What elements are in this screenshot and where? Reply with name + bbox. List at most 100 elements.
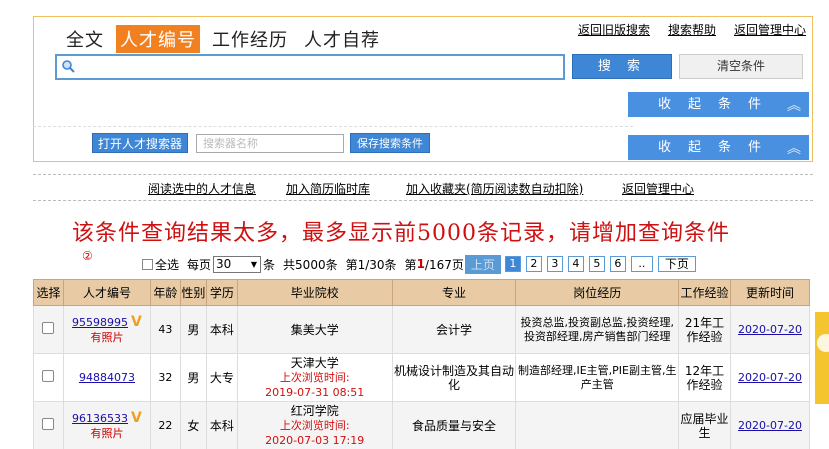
has-photo-label: 有照片 bbox=[90, 426, 124, 440]
side-float-tab[interactable] bbox=[815, 312, 829, 404]
school-name: 天津大学 bbox=[290, 355, 339, 370]
header-major: 专业 bbox=[391, 279, 517, 306]
per-page-suffix: 条 bbox=[263, 257, 276, 272]
header-select: 选择 bbox=[33, 279, 64, 306]
save-conditions-button[interactable]: 保存搜索条件 bbox=[350, 133, 430, 153]
age-cell: 22 bbox=[149, 401, 181, 449]
marker-two: ② bbox=[82, 249, 93, 263]
too-many-results-warning: 该条件查询结果太多，最多显示前5000条记录，请增加查询条件 bbox=[72, 221, 730, 246]
tab-fulltext[interactable]: 全文 bbox=[62, 25, 108, 53]
select-all-checkbox[interactable] bbox=[142, 258, 153, 270]
positions-cell bbox=[515, 401, 680, 449]
tab-talent-id[interactable]: 人才编号 bbox=[116, 25, 200, 53]
admin-center-link[interactable]: 返回管理中心 bbox=[734, 21, 806, 38]
updated-date-link[interactable]: 2020-07-20 bbox=[738, 323, 802, 336]
table-row[interactable]: 96136533 V 有照片 22 女 本科 红河学院 上次浏览时间: 2020-07-… bbox=[33, 401, 810, 449]
last-browse-time: 2019-07-31 08:51 bbox=[265, 385, 365, 399]
add-favorites-link[interactable]: 加入收藏夹(简历阅读数自动扣除) bbox=[406, 180, 583, 197]
pager: 全选 每页 30 ▼ 条 共5000条 第1/30条 第 1 /167页 上页 1… bbox=[142, 254, 696, 274]
header-school: 毕业院校 bbox=[236, 279, 393, 306]
page-suffix: /167页 bbox=[424, 257, 464, 272]
last-browse-label: 上次浏览时间: bbox=[279, 418, 350, 432]
talent-id-link[interactable]: 96136533 bbox=[72, 412, 128, 425]
page-link-5[interactable]: 5 bbox=[588, 256, 605, 272]
tab-work-experience[interactable]: 工作经历 bbox=[208, 25, 292, 53]
action-links: 阅读选中的人才信息 加入简历临时库 加入收藏夹(简历阅读数自动扣除) 返回管理中… bbox=[0, 180, 829, 196]
chevron-up-icon-2: ︽ bbox=[787, 141, 801, 157]
clear-conditions-button[interactable]: 清空条件 bbox=[679, 54, 803, 79]
v-badge: V bbox=[131, 313, 142, 330]
table-header-row: 选择 人才编号 年龄 性别 学历 毕业院校 专业 岗位经历 工作经验 更新时间 bbox=[33, 279, 810, 306]
chevron-up-icon: ︽ bbox=[787, 98, 801, 114]
page-link-2[interactable]: 2 bbox=[525, 256, 542, 272]
edu-cell: 本科 bbox=[205, 305, 238, 354]
tab-self-recommend[interactable]: 人才自荐 bbox=[300, 25, 384, 53]
age-cell: 43 bbox=[149, 305, 181, 354]
next-page-button[interactable]: 下页 bbox=[657, 256, 696, 272]
last-browse-label: 上次浏览时间: bbox=[279, 370, 350, 384]
search-help-link[interactable]: 搜索帮助 bbox=[668, 21, 716, 38]
row-checkbox[interactable] bbox=[42, 370, 55, 382]
page-link-3[interactable]: 3 bbox=[546, 256, 563, 272]
prev-page-button[interactable]: 上页 bbox=[464, 254, 501, 274]
searcher-name-input[interactable] bbox=[196, 134, 344, 153]
positions-cell: 投资总监,投资副总监,投资经理,投资部经理,房产销售部门经理 bbox=[515, 305, 680, 354]
age-cell: 32 bbox=[149, 353, 181, 402]
page-link-4[interactable]: 4 bbox=[567, 256, 584, 272]
back-admin-link[interactable]: 返回管理中心 bbox=[622, 180, 694, 197]
major-cell: 会计学 bbox=[391, 305, 517, 354]
page-link-more[interactable]: .. bbox=[630, 256, 653, 272]
talent-id-link[interactable]: 94884073 bbox=[79, 371, 135, 384]
talent-id-link[interactable]: 95598995 bbox=[72, 316, 128, 329]
row-checkbox[interactable] bbox=[42, 418, 55, 430]
divider-bottom bbox=[33, 200, 813, 201]
sex-cell: 男 bbox=[179, 353, 207, 402]
updated-date-link[interactable]: 2020-07-20 bbox=[738, 371, 802, 384]
header-edu: 学历 bbox=[205, 279, 238, 306]
row-checkbox[interactable] bbox=[42, 322, 55, 334]
has-photo-label: 有照片 bbox=[90, 330, 124, 344]
edu-cell: 本科 bbox=[205, 401, 238, 449]
select-all-label: 全选 bbox=[155, 257, 180, 272]
record-range: 第1/30条 bbox=[345, 257, 397, 272]
page-link-6[interactable]: 6 bbox=[609, 256, 626, 272]
help-circle-icon bbox=[817, 334, 829, 352]
collapse-label-2: 收起条件 bbox=[658, 140, 779, 155]
last-browse-time: 2020-07-03 17:19 bbox=[265, 433, 365, 447]
collapse-label: 收起条件 bbox=[658, 97, 779, 112]
total-count: 共5000条 bbox=[283, 257, 338, 272]
updated-date-link[interactable]: 2020-07-20 bbox=[738, 419, 802, 432]
top-strip bbox=[0, 0, 829, 6]
header-updated: 更新时间 bbox=[730, 279, 810, 306]
major-cell: 机械设计制造及其自动化 bbox=[391, 353, 517, 402]
current-page: 1 bbox=[416, 257, 425, 271]
major-cell: 食品质量与安全 bbox=[391, 401, 517, 449]
per-page-select[interactable]: 30 ▼ bbox=[213, 255, 262, 273]
page-link-1[interactable]: 1 bbox=[504, 256, 521, 272]
header-id: 人才编号 bbox=[62, 279, 151, 306]
search-input[interactable] bbox=[79, 56, 559, 78]
per-page-value: 30 bbox=[216, 257, 232, 271]
page-prefix: 第 bbox=[404, 257, 417, 272]
divider-top bbox=[33, 174, 813, 175]
experience-cell: 21年工作经验 bbox=[678, 305, 732, 354]
add-temp-library-link[interactable]: 加入简历临时库 bbox=[286, 180, 370, 197]
search-box bbox=[55, 54, 565, 80]
panel-divider bbox=[33, 126, 633, 127]
header-positions: 岗位经历 bbox=[515, 279, 680, 306]
read-selected-link[interactable]: 阅读选中的人才信息 bbox=[148, 180, 256, 197]
top-links: 返回旧版搜索 搜索帮助 返回管理中心 bbox=[578, 21, 806, 38]
search-button[interactable]: 搜 索 bbox=[572, 54, 672, 79]
collapse-conditions-button[interactable]: 收起条件 ︽ bbox=[628, 92, 809, 117]
per-page-prefix: 每页 bbox=[187, 257, 212, 272]
sex-cell: 男 bbox=[179, 305, 207, 354]
experience-cell: 12年工作经验 bbox=[678, 353, 732, 402]
collapse-conditions-button-2[interactable]: 收起条件 ︽ bbox=[628, 135, 809, 160]
table-row[interactable]: 94884073 32 男 大专 天津大学 上次浏览时间: 2019-07-31 0… bbox=[33, 353, 810, 402]
table-row[interactable]: 95598995 V 有照片 43 男 本科 集美大学 会计学 投资总监,投资副总监… bbox=[33, 305, 810, 354]
header-age: 年龄 bbox=[149, 279, 181, 306]
old-search-link[interactable]: 返回旧版搜索 bbox=[578, 21, 650, 38]
v-badge: V bbox=[131, 409, 142, 426]
open-searcher-button[interactable]: 打开人才搜索器 bbox=[92, 133, 188, 153]
dropdown-arrow-icon: ▼ bbox=[250, 259, 258, 269]
